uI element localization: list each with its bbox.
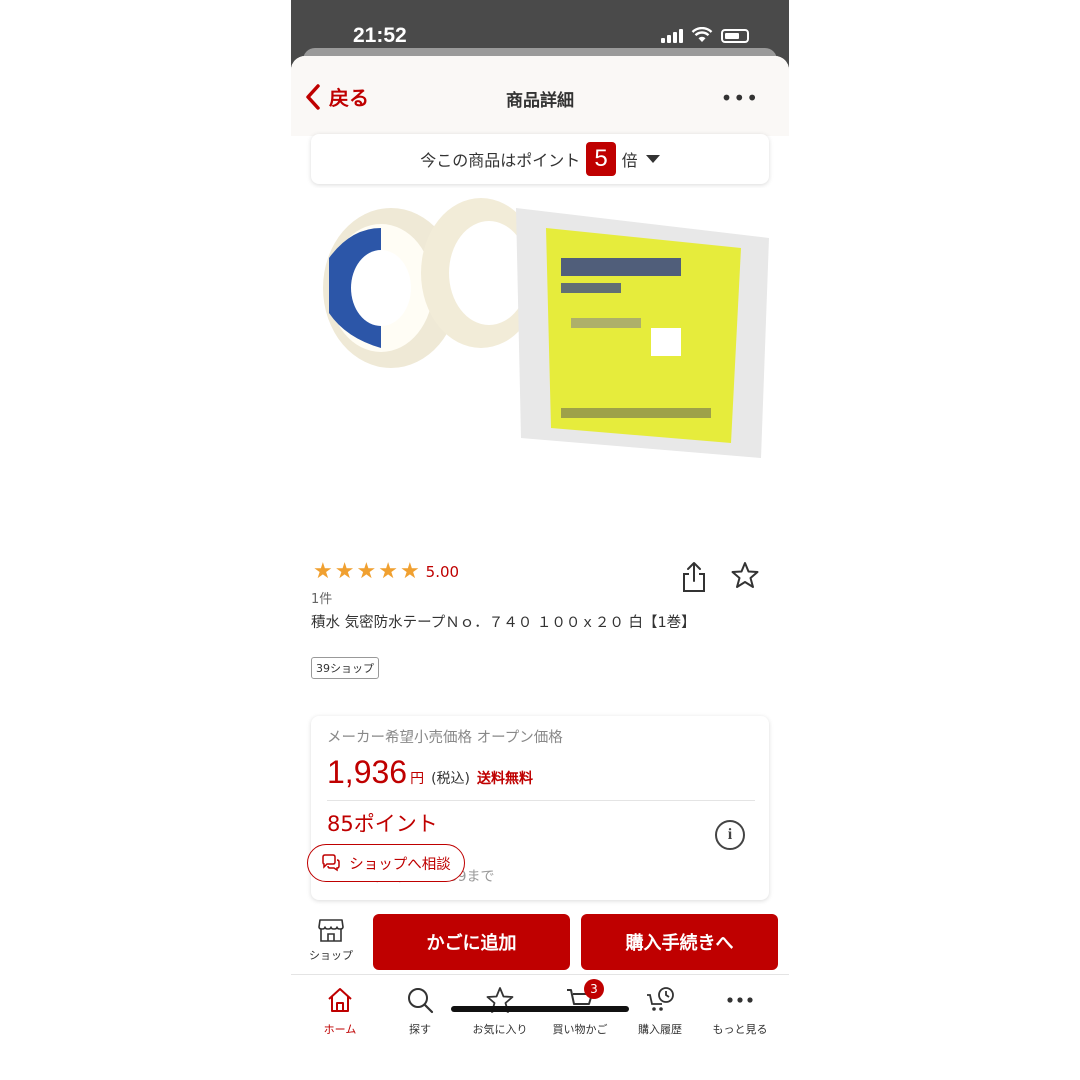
tab-bar: ホーム 探す お気に入り 3 買い物かご 購入履歴 もっと見る (291, 974, 789, 1080)
rating-value: 5.00 (425, 563, 460, 581)
points-multiplier-banner[interactable]: 今この商品はポイント 5 倍 (311, 134, 769, 184)
star-icon: ★ (378, 559, 398, 584)
caret-down-icon (645, 155, 660, 163)
cart-badge: 3 (584, 979, 604, 999)
consult-label: ショップへ相談 (349, 856, 451, 873)
star-icon: ★ (334, 559, 355, 584)
points-value: 85ポイント (327, 812, 438, 836)
battery-icon (721, 29, 749, 43)
tab-label: ホーム (323, 1023, 357, 1036)
purchase-action-bar: ショップ かごに追加 購入手続きへ (291, 908, 789, 976)
tab-label: 探す (409, 1023, 431, 1036)
shop-button-label: ショップ (309, 949, 353, 962)
nav-bar: 戻る 商品詳細 ••• (291, 56, 789, 136)
favorite-star-icon[interactable] (731, 561, 759, 589)
tab-label: 購入履歴 (638, 1023, 682, 1036)
signal-icon (661, 27, 683, 43)
review-count[interactable]: 1件 (311, 588, 332, 607)
consult-shop-button[interactable]: ショップへ相談 (307, 844, 465, 882)
wifi-icon (691, 27, 713, 42)
shop-tag: 39ショップ (311, 657, 379, 679)
points-banner-suffix: 倍 (621, 151, 638, 170)
points-multiplier: 5 (586, 142, 616, 176)
star-icon: ★ (356, 559, 377, 584)
more-icon (727, 997, 753, 1003)
status-icons (661, 27, 749, 43)
status-time: 21:52 (353, 24, 407, 47)
page-title: 商品詳細 (506, 91, 574, 111)
chat-icon (322, 854, 340, 872)
checkout-button[interactable]: 購入手続きへ (581, 914, 778, 970)
price-value: 1,936 (327, 754, 408, 790)
product-title: 積水 気密防水テープＮｏ．７４０ １００ｘ２０ 白【1巻】 (311, 615, 696, 631)
history-icon (647, 987, 674, 1011)
tab-home[interactable]: ホーム (300, 985, 380, 1037)
add-to-cart-button[interactable]: かごに追加 (373, 914, 570, 970)
more-menu-button[interactable]: ••• (721, 86, 759, 110)
home-indicator[interactable] (451, 1006, 629, 1012)
star-icon: ★ (399, 559, 420, 584)
store-icon (318, 919, 344, 942)
msrp-text: メーカー希望小売価格 オープン価格 (327, 730, 563, 746)
share-icon[interactable] (681, 561, 707, 593)
tab-label: もっと見る (712, 1023, 768, 1036)
tax-label: (税込) (431, 771, 471, 787)
product-image[interactable] (311, 188, 769, 468)
rating-stars[interactable]: ★ ★ ★ ★ ★ 5.00 (313, 561, 459, 583)
tab-more[interactable]: もっと見る (700, 985, 780, 1037)
price-yen: 円 (410, 771, 425, 787)
tab-search[interactable]: 探す (380, 985, 460, 1037)
tab-label: 買い物かご (552, 1023, 608, 1036)
tab-history[interactable]: 購入履歴 (620, 985, 700, 1037)
home-icon (328, 988, 352, 1012)
divider (327, 800, 755, 801)
free-shipping-label: 送料無料 (477, 771, 534, 787)
info-icon[interactable]: i (715, 820, 745, 850)
price-row: 1,936 円 (税込) 送料無料 (327, 754, 533, 791)
star-icon: ★ (313, 559, 333, 584)
points-banner-text: 今この商品はポイント (420, 151, 581, 170)
phone-screen: 21:52 戻る 商品詳細 ••• 今この商品はポイント 5 倍 ★ ★ ★ ★… (291, 0, 789, 1080)
product-detail-sheet: 戻る 商品詳細 ••• 今この商品はポイント 5 倍 ★ ★ ★ ★ ★ 5.0… (291, 56, 789, 1080)
search-icon (408, 988, 434, 1014)
tab-label: お気に入り (472, 1023, 528, 1036)
shop-button[interactable]: ショップ (305, 916, 357, 963)
